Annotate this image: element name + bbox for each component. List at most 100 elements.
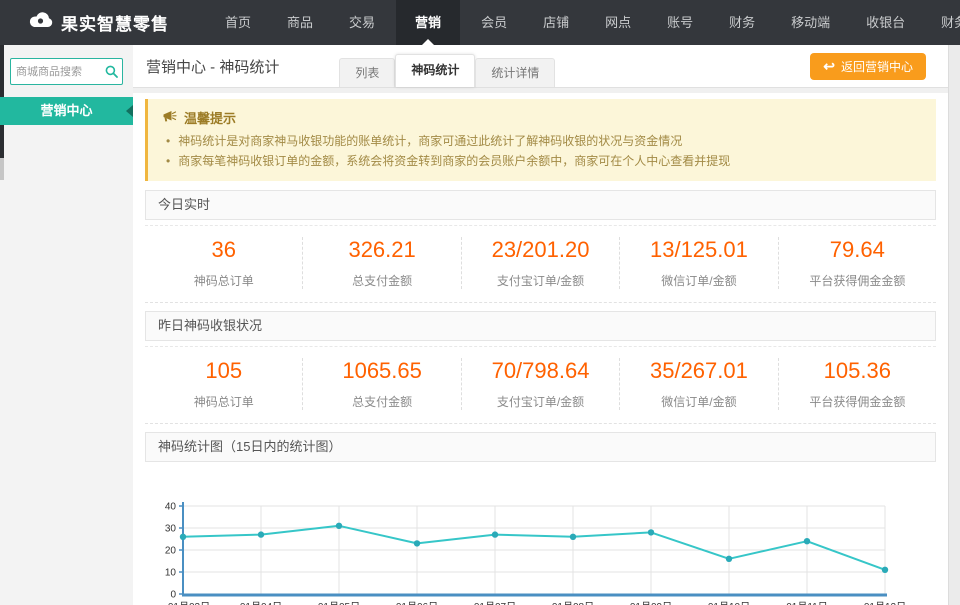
nav-item-财务[interactable]: 财务 <box>714 0 770 45</box>
tips-title: 温馨提示 <box>184 111 237 126</box>
stats-row-today: 36 神码总订单 326.21 总支付金额 23/201.20 支付宝订单/金额 13/12… <box>145 225 936 303</box>
svg-text:01月11日: 01月11日 <box>786 601 828 605</box>
svg-text:01月08日: 01月08日 <box>552 601 594 605</box>
nav-item-首页[interactable]: 首页 <box>210 0 266 45</box>
nav-item-交易[interactable]: 交易 <box>334 0 390 45</box>
stat-value: 105.36 <box>823 358 891 383</box>
svg-text:01月09日: 01月09日 <box>630 601 672 605</box>
svg-text:01月06日: 01月06日 <box>396 601 438 605</box>
stat-label: 微信订单/金额 <box>661 274 737 288</box>
stat-总支付金额: 326.21 总支付金额 <box>302 237 460 289</box>
sidebar: 营销中心 <box>0 45 133 605</box>
screen: 果实智慧零售 首页商品交易营销会员店铺网点账号财务移动端收银台财务报表 店铺 消… <box>0 0 960 605</box>
svg-text:0: 0 <box>170 590 176 601</box>
bullet-icon: • <box>166 154 171 168</box>
nav-item-网点[interactable]: 网点 <box>590 0 646 45</box>
section-header-chart: 神码统计图（15日内的统计图） <box>145 432 936 462</box>
stat-支付宝订单/金额: 23/201.20 支付宝订单/金额 <box>460 237 619 289</box>
tips-line-1: • 神码统计是对商家神马收银功能的账单统计，商家可通过此统计了解神码收银的状况与… <box>162 131 922 151</box>
stat-总支付金额: 1065.65 总支付金额 <box>302 358 460 410</box>
nav-item-营销[interactable]: 营销 <box>396 0 461 45</box>
stat-label: 神码总订单 <box>193 395 254 409</box>
stat-value: 35/267.01 <box>649 358 748 383</box>
top-navbar: 果实智慧零售 首页商品交易营销会员店铺网点账号财务移动端收银台财务报表 店铺 消… <box>0 0 960 45</box>
stat-label: 神码总订单 <box>193 274 254 288</box>
section-header-yesterday: 昨日神码收银状况 <box>145 311 936 341</box>
right-gutter <box>948 45 960 605</box>
page-title: 营销中心 - 神码统计 <box>146 58 280 76</box>
tips-line-1-text: 神码统计是对商家神马收银功能的账单统计，商家可通过此统计了解神码收银的状况与资金… <box>178 134 683 148</box>
stat-value: 36 <box>211 237 236 262</box>
main-content: 营销中心 - 神码统计 列表 神码统计 统计详情 ↩ 返回营销中心 温馨提示 •… <box>133 45 948 605</box>
stat-微信订单/金额: 35/267.01 微信订单/金额 <box>619 358 777 410</box>
sidebar-item-marketing-center[interactable]: 营销中心 <box>0 97 133 125</box>
svg-text:01月03日: 01月03日 <box>168 601 210 605</box>
stat-value: 326.21 <box>348 237 416 262</box>
svg-text:20: 20 <box>165 546 177 557</box>
sidebar-search <box>10 58 123 85</box>
search-input[interactable] <box>11 65 100 78</box>
stat-平台获得佣金金额: 79.64 平台获得佣金金额 <box>777 237 936 289</box>
nav-item-店铺[interactable]: 店铺 <box>528 0 584 45</box>
nav-item-会员[interactable]: 会员 <box>466 0 522 45</box>
stat-value: 1065.65 <box>342 358 422 383</box>
tips-line-2: • 商家每笔神码收银订单的金额，系统会将资金转到商家的会员账户余额中，商家可在个… <box>162 151 922 171</box>
search-icon[interactable] <box>100 65 122 78</box>
nav-item-商品[interactable]: 商品 <box>272 0 328 45</box>
svg-text:01月05日: 01月05日 <box>318 601 360 605</box>
nav-item-移动端[interactable]: 移动端 <box>776 0 845 45</box>
stat-label: 微信订单/金额 <box>661 395 737 409</box>
tab-bar: 列表 神码统计 统计详情 <box>339 45 556 87</box>
stat-value: 70/798.64 <box>491 358 590 383</box>
brand-name: 果实智慧零售 <box>61 15 169 34</box>
tab-list[interactable]: 列表 <box>339 58 396 87</box>
section-header-today: 今日实时 <box>145 190 936 220</box>
sidebar-item-arrow-icon <box>126 105 133 117</box>
stat-label: 平台获得佣金金额 <box>809 395 906 409</box>
tips-box: 温馨提示 • 神码统计是对商家神马收银功能的账单统计，商家可通过此统计了解神码收… <box>145 99 936 181</box>
svg-text:01月04日: 01月04日 <box>240 601 282 605</box>
tab-shenma-stats[interactable]: 神码统计 <box>395 54 476 87</box>
back-to-marketing-button[interactable]: ↩ 返回营销中心 <box>810 52 926 80</box>
sidebar-item-label: 营销中心 <box>40 103 93 118</box>
stat-支付宝订单/金额: 70/798.64 支付宝订单/金额 <box>460 358 619 410</box>
bullet-icon: • <box>166 134 171 148</box>
cloud-logo-icon <box>28 10 54 35</box>
svg-text:01月07日: 01月07日 <box>474 601 516 605</box>
stat-平台获得佣金金额: 105.36 平台获得佣金金额 <box>777 358 936 410</box>
stat-label: 总支付金额 <box>352 274 413 288</box>
content-area: 温馨提示 • 神码统计是对商家神马收银功能的账单统计，商家可通过此统计了解神码收… <box>133 93 948 605</box>
svg-text:01月10日: 01月10日 <box>708 601 750 605</box>
nav-menu: 首页商品交易营销会员店铺网点账号财务移动端收银台财务报表 <box>207 0 960 45</box>
stats-row-yesterday: 105 神码总订单 1065.65 总支付金额 70/798.64 支付宝订单/金额 35/… <box>145 346 936 424</box>
stat-微信订单/金额: 13/125.01 微信订单/金额 <box>619 237 777 289</box>
svg-text:40: 40 <box>165 502 177 513</box>
stat-label: 支付宝订单/金额 <box>496 274 585 288</box>
stat-label: 总支付金额 <box>352 395 413 409</box>
stat-value: 13/125.01 <box>649 237 748 262</box>
left-edge-scroll-thumb[interactable] <box>0 158 4 180</box>
stat-value: 23/201.20 <box>491 237 590 262</box>
megaphone-icon <box>162 110 177 126</box>
page-header: 营销中心 - 神码统计 列表 神码统计 统计详情 ↩ 返回营销中心 <box>133 45 948 88</box>
tips-line-2-text: 商家每笔神码收银订单的金额，系统会将资金转到商家的会员账户余额中，商家可在个人中… <box>178 154 731 168</box>
stat-神码总订单: 36 神码总订单 <box>145 237 302 289</box>
tips-title-row: 温馨提示 <box>162 108 922 127</box>
svg-text:30: 30 <box>165 524 177 535</box>
nav-item-财务报表[interactable]: 财务报表 <box>926 0 960 45</box>
stat-label: 平台获得佣金金额 <box>809 274 906 288</box>
stat-神码总订单: 105 神码总订单 <box>145 358 302 410</box>
chart-container: 0 10 20 30 40 01月03日 01月04日 01月05日 01月06日 01月07日 0… <box>145 462 936 605</box>
back-button-label: 返回营销中心 <box>840 59 913 74</box>
brand[interactable]: 果实智慧零售 <box>0 10 169 35</box>
stat-label: 支付宝订单/金额 <box>496 395 585 409</box>
nav-item-账号[interactable]: 账号 <box>652 0 708 45</box>
stat-value: 105 <box>205 358 243 383</box>
nav-item-收银台[interactable]: 收银台 <box>851 0 920 45</box>
stat-value: 79.64 <box>829 237 885 262</box>
svg-text:10: 10 <box>165 568 177 579</box>
tab-stats-detail[interactable]: 统计详情 <box>475 58 556 87</box>
svg-text:01月12日: 01月12日 <box>864 601 906 605</box>
line-chart: 0 10 20 30 40 01月03日 01月04日 01月05日 01月06日 01月07日 0… <box>165 502 906 605</box>
back-arrow-icon: ↩ <box>823 57 835 74</box>
